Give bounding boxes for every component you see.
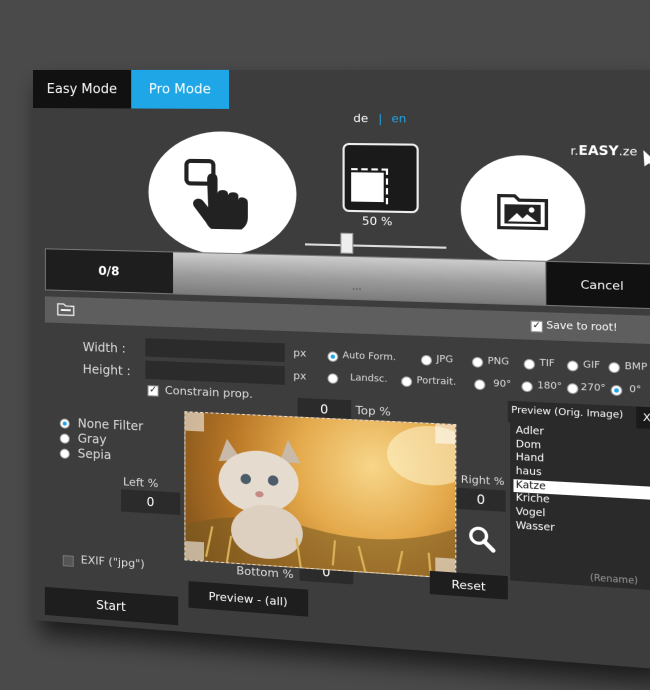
brand-name: EASY (578, 143, 618, 159)
width-unit: px (293, 348, 306, 360)
orientation-label-180: 180° (537, 381, 562, 393)
preview-close-label: X (643, 412, 650, 424)
save-to-root-checkbox[interactable]: ✓ (530, 320, 542, 332)
kitten-image (185, 412, 455, 578)
format-radio-auto[interactable] (327, 351, 338, 362)
preview-all-label: Preview - (all) (209, 589, 288, 608)
crop-handle-top-right[interactable] (435, 424, 455, 444)
zoom-label: 50 % (362, 214, 392, 228)
preview-image-list[interactable]: Adler Dom Hand haus Katze Kriche Vogel Wasser (… (510, 422, 650, 590)
crop-right-input[interactable]: 0 (456, 488, 505, 512)
height-input[interactable] (145, 361, 284, 385)
touch-select-icon (180, 157, 263, 230)
save-to-root-label: Save to root! (546, 320, 617, 334)
constrain-checkbox[interactable]: ✓ (147, 385, 158, 397)
output-folder-button[interactable] (461, 155, 586, 266)
magnifier-icon[interactable] (467, 524, 496, 554)
lang-de[interactable]: de (353, 112, 368, 126)
orientation-radio-0[interactable] (611, 385, 623, 396)
format-radio-jpg[interactable] (421, 355, 432, 366)
orientation-radio-landscape[interactable] (327, 373, 338, 384)
orientation-radio-90[interactable] (474, 379, 485, 390)
orientation-label-0: 0° (629, 384, 641, 395)
brand-suffix: .ze (619, 144, 638, 158)
open-folder-icon[interactable] (57, 302, 75, 317)
reset-button[interactable]: Reset (430, 571, 508, 600)
zoom-slider-thumb[interactable] (340, 233, 353, 254)
crop-right-label: Right % (461, 474, 505, 488)
cancel-button[interactable]: Cancel (545, 262, 650, 308)
height-label: Height : (83, 362, 131, 378)
lang-separator: | (378, 112, 382, 126)
tab-easy-mode[interactable]: Easy Mode (33, 70, 131, 109)
preview-all-button[interactable]: Preview - (all) (189, 581, 309, 617)
format-label-bmp: BMP (625, 362, 648, 374)
tab-pro-label: Pro Mode (149, 82, 211, 97)
orientation-radio-portrait[interactable] (401, 376, 412, 387)
lang-en[interactable]: en (391, 112, 406, 126)
select-images-button[interactable] (148, 131, 296, 257)
brand-prefix: r. (570, 144, 578, 158)
orientation-label-landscape: Landsc. (350, 373, 387, 385)
start-label: Start (96, 598, 126, 614)
format-radio-tif[interactable] (524, 359, 535, 370)
brand-logo: r.EASY.ze (570, 143, 637, 159)
filter-radio-gray[interactable] (60, 433, 70, 444)
preview-close-button[interactable]: X (636, 407, 650, 430)
exif-checkbox[interactable] (63, 555, 74, 567)
width-label: Width : (83, 340, 126, 356)
format-radio-gif[interactable] (567, 360, 578, 371)
filter-radio-none[interactable] (60, 418, 70, 429)
crop-handle-top-left[interactable] (185, 412, 204, 431)
preview-panel-title: Preview (Orig. Image) (511, 405, 623, 421)
tab-pro-mode[interactable]: Pro Mode (131, 70, 229, 109)
zoom-slider-track[interactable] (305, 243, 446, 248)
image-preview[interactable] (184, 411, 456, 579)
zoom-preview-box (343, 143, 419, 213)
exif-label: EXIF ("jpg") (81, 553, 145, 571)
format-label-png: PNG (488, 356, 510, 368)
crop-left-label: Left % (123, 475, 158, 490)
orientation-label-portrait: Portrait. (417, 376, 457, 388)
filter-label-gray: Gray (78, 431, 107, 447)
crop-top-label: Top % (355, 404, 390, 419)
progress-fill: ... (173, 253, 559, 306)
format-radio-png[interactable] (472, 357, 483, 368)
tab-easy-label: Easy Mode (47, 82, 117, 97)
image-folder-icon (494, 187, 551, 233)
format-radio-bmp[interactable] (608, 362, 620, 373)
format-label-auto: Auto Form. (343, 351, 397, 364)
orientation-radio-270[interactable] (567, 383, 578, 394)
orientation-label-270: 270° (581, 382, 606, 394)
rename-link[interactable]: (Rename) (590, 573, 638, 587)
app-window: Easy Mode Pro Mode de | en r.EASY.ze 50 … (33, 70, 650, 670)
filter-radio-sepia[interactable] (60, 448, 70, 459)
start-button[interactable]: Start (45, 587, 178, 625)
progress-count: 0/8 (46, 249, 173, 293)
width-input[interactable] (145, 338, 284, 362)
constrain-label: Constrain prop. (165, 384, 253, 401)
crop-handle-bottom-left[interactable] (185, 541, 204, 561)
cursor-icon (641, 148, 650, 168)
progress-status: ... (352, 282, 361, 293)
format-label-tif: TIF (540, 358, 555, 369)
filter-label-sepia: Sepia (78, 446, 111, 462)
format-label-jpg: JPG (436, 354, 453, 365)
orientation-radio-180[interactable] (521, 381, 532, 392)
orientation-label-90: 90° (493, 379, 511, 390)
reset-label: Reset (451, 577, 485, 593)
cancel-label: Cancel (581, 277, 624, 292)
crop-left-input[interactable]: 0 (121, 489, 180, 515)
zoom-dashed-frame (351, 168, 388, 204)
format-label-gif: GIF (583, 360, 600, 371)
height-unit: px (293, 371, 306, 383)
